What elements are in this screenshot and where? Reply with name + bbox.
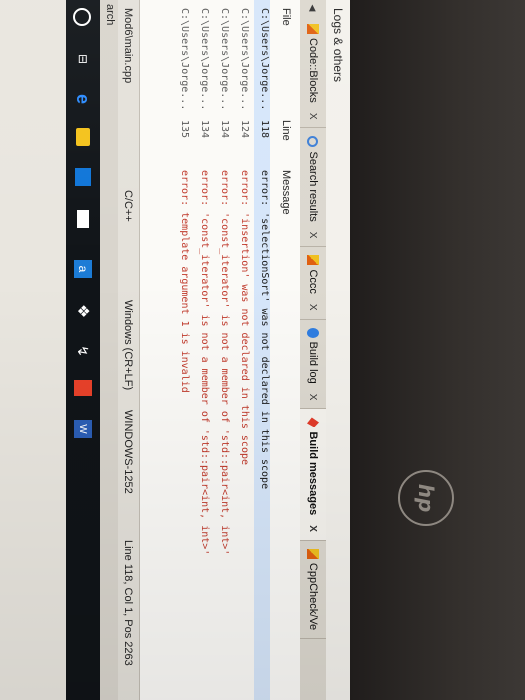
tab-label: Build messages	[307, 431, 319, 516]
row-line: 124	[239, 120, 250, 139]
row-file: C:\Users\Jorge...	[219, 8, 230, 111]
status-bar: Mod6\main.cpp C/C++ Windows (CR+LF) WIND…	[117, 0, 140, 700]
tab-label: Search results	[307, 151, 319, 222]
row-message: error: 'insertion' was not declared in t…	[239, 170, 250, 466]
warning-icon	[307, 417, 319, 427]
windows-taskbar: ⊟ e a ❖ ↯ W	[66, 0, 100, 700]
tab-search-results[interactable]: Search results X	[300, 128, 326, 248]
row-message: error: 'const_iterator' is not a member …	[199, 170, 210, 556]
status-eol: Windows (CR+LF)	[122, 300, 134, 391]
column-header-line[interactable]: Line	[280, 120, 292, 141]
build-messages-list: File Line Message C:\Users\Jorge... 118 …	[140, 0, 300, 700]
close-icon[interactable]: X	[308, 525, 319, 532]
panel-title-text: Logs & others	[331, 8, 345, 83]
laptop-screen: Logs & others < ◀ Code::Blocks X Search …	[0, 0, 350, 700]
mail-icon[interactable]	[77, 210, 89, 228]
tab-codeblocks[interactable]: Code::Blocks X	[300, 16, 326, 129]
table-row[interactable]: C:\Users\Jorge... 124 error: 'insertion'…	[234, 0, 250, 700]
tab-label: CppCheck/Ve	[307, 562, 319, 631]
table-row[interactable]: C:\Users\Jorge... 135 error: template ar…	[174, 0, 190, 700]
panel-title: Logs & others <	[326, 0, 350, 700]
tab-strip: ◀ Code::Blocks X Search results X Cccc X…	[299, 0, 326, 700]
row-line: 134	[219, 120, 230, 139]
task-view-icon[interactable]: ⊟	[72, 48, 94, 70]
start-icon[interactable]	[73, 8, 91, 26]
codeblocks-icon	[307, 255, 319, 266]
tab-label: Code::Blocks	[307, 38, 319, 103]
share-icon[interactable]: ↯	[72, 340, 94, 362]
close-icon[interactable]: X	[308, 394, 319, 401]
tab-label: Cccc	[307, 269, 319, 294]
column-header-file[interactable]: File	[280, 8, 292, 26]
hp-logo: hp	[398, 470, 454, 526]
office-icon[interactable]	[74, 380, 92, 396]
tab-cppcheck[interactable]: CppCheck/Ve	[300, 540, 326, 640]
table-row[interactable]: C:\Users\Jorge... 118 error: 'selectionS…	[254, 0, 270, 700]
close-icon[interactable]: X	[308, 304, 319, 311]
search-label[interactable]: arch	[104, 4, 116, 25]
status-encoding: WINDOWS-1252	[122, 410, 134, 494]
row-line: 135	[179, 120, 190, 139]
tab-scroll-left-icon[interactable]: ◀	[308, 0, 319, 16]
tab-build-messages[interactable]: Build messages X	[300, 409, 326, 541]
tab-build-log[interactable]: Build log X	[300, 319, 326, 410]
table-row[interactable]: C:\Users\Jorge... 134 error: 'const_iter…	[214, 0, 230, 700]
row-line: 118	[259, 120, 270, 139]
codeblocks-icon	[307, 24, 319, 34]
search-strip: arch	[100, 0, 118, 700]
tab-label: Build log	[307, 341, 319, 384]
row-file: C:\Users\Jorge...	[259, 8, 270, 111]
row-message: error: template argument 1 is invalid	[179, 170, 190, 393]
codeblocks-icon	[307, 548, 319, 559]
status-language: C/C++	[122, 190, 134, 222]
row-file: C:\Users\Jorge...	[199, 8, 210, 111]
search-icon	[307, 136, 319, 148]
dropbox-icon[interactable]: ❖	[72, 300, 94, 322]
file-explorer-icon[interactable]	[76, 128, 90, 146]
rotated-ide-window: Logs & others < ◀ Code::Blocks X Search …	[0, 0, 350, 700]
tab-cccc[interactable]: Cccc X	[300, 247, 326, 320]
row-message: error: 'selectionSort' was not declared …	[259, 170, 270, 490]
table-row[interactable]: C:\Users\Jorge... 134 error: 'const_iter…	[194, 0, 210, 700]
row-message: error: 'const_iterator' is not a member …	[219, 170, 230, 556]
app-a-icon[interactable]: a	[74, 260, 92, 278]
close-icon[interactable]: X	[308, 113, 319, 120]
row-file: C:\Users\Jorge...	[179, 8, 190, 111]
row-line: 134	[199, 120, 210, 139]
word-icon[interactable]: W	[74, 420, 92, 438]
build-icon	[307, 327, 319, 338]
status-position: Line 118, Col 1, Pos 2263	[122, 540, 134, 666]
status-file: Mod6\main.cpp	[122, 8, 134, 84]
store-icon[interactable]	[75, 168, 91, 186]
column-header-message[interactable]: Message	[280, 170, 292, 215]
edge-icon[interactable]: e	[72, 88, 94, 110]
close-icon[interactable]: X	[308, 232, 319, 239]
row-file: C:\Users\Jorge...	[239, 8, 250, 111]
laptop-bezel	[350, 0, 525, 700]
